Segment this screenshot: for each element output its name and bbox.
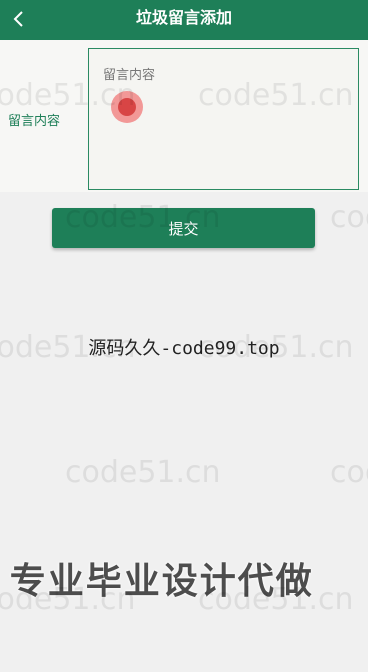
watermark-text: code51.cn [198,330,354,365]
watermark-text: code51.cn [330,200,368,235]
watermark-text: code51.cn [0,330,136,365]
message-form: 留言内容 [0,40,368,192]
watermark-text: code51.cn [0,582,136,617]
app-header: 垃圾留言添加 [0,0,368,40]
watermark-text: code51.cn [198,582,354,617]
watermark-text: code51.cn [330,455,368,490]
watermark-text: code51.cn [198,78,354,113]
watermark-text: code51.cn [65,455,221,490]
watermark-text: code51.cn [65,200,221,235]
page-title: 垃圾留言添加 [135,8,232,27]
watermark-text: code51.cn [0,78,136,113]
